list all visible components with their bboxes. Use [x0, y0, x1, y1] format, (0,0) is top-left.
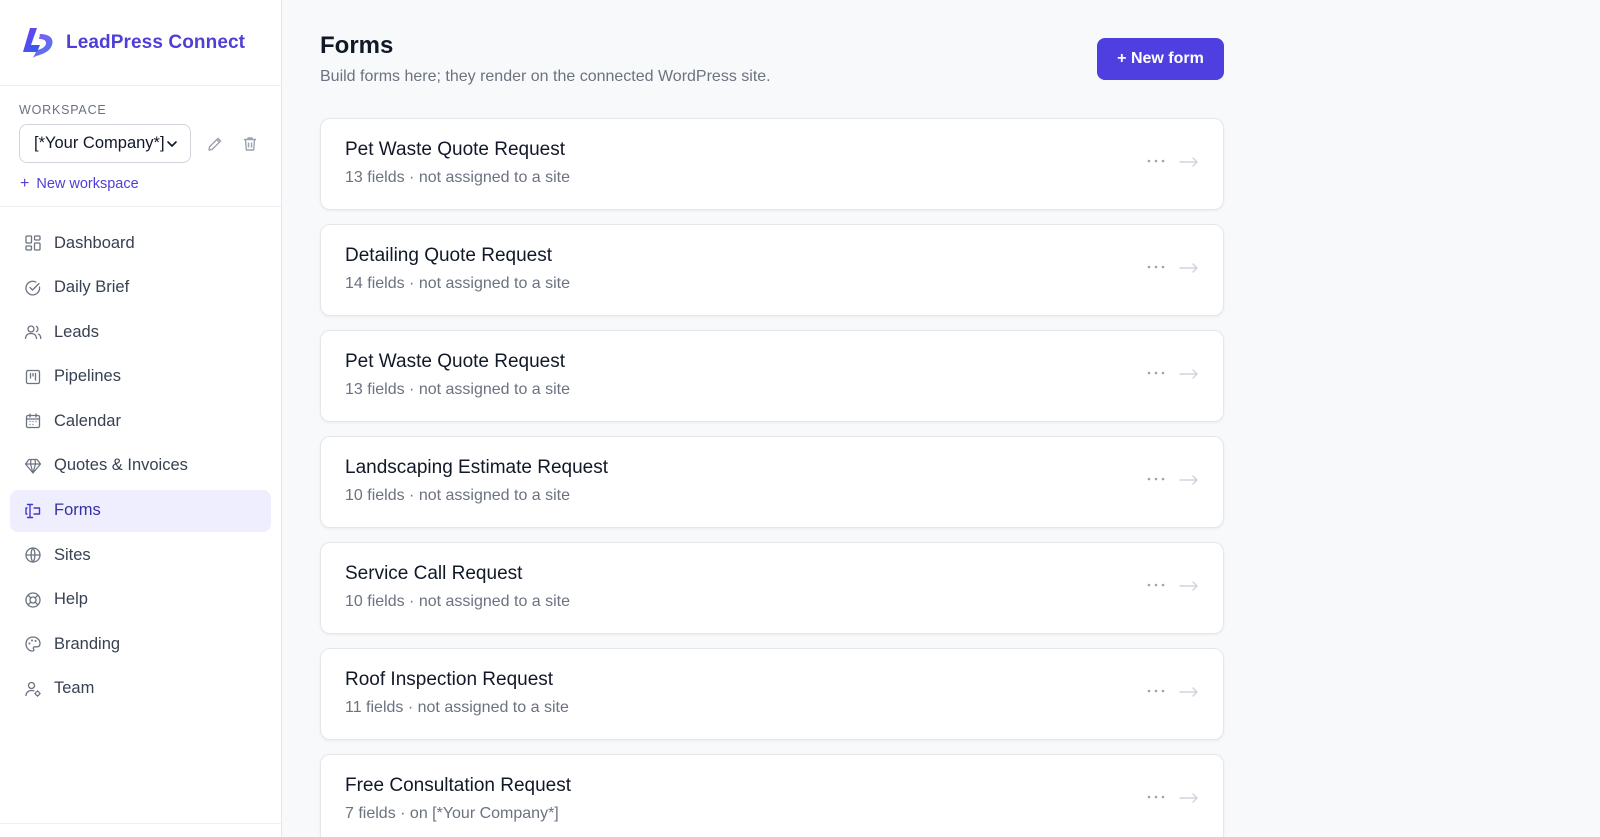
kanban-icon [23, 367, 43, 387]
form-title: Pet Waste Quote Request [345, 139, 566, 160]
workspace-select-value: [*Your Company*] [34, 134, 165, 152]
ellipsis-icon [1147, 265, 1165, 269]
chevron-down-icon [167, 140, 177, 147]
page-subtitle: Build forms here; they render on the con… [320, 68, 771, 85]
sidebar-item-label: Leads [54, 322, 99, 341]
more-options-button[interactable] [1144, 363, 1168, 383]
new-workspace-label: New workspace [36, 176, 139, 192]
form-meta: 7 fields · on [*Your Company*] [345, 805, 559, 822]
arrow-right-icon[interactable] [1178, 684, 1200, 700]
sidebar-item-label: Help [54, 590, 88, 609]
form-card[interactable]: Pet Waste Quote Request 13 fields · not … [320, 118, 1224, 210]
trash-icon [244, 136, 256, 151]
ellipsis-icon [1147, 583, 1165, 587]
sidebar-item-label: Team [54, 679, 95, 698]
forms-icon [23, 501, 43, 521]
sidebar-item-pipelines[interactable]: Pipelines [10, 356, 271, 398]
check-circle-icon [23, 278, 43, 298]
form-title: Service Call Request [345, 563, 523, 584]
sidebar-item-team[interactable]: Team [10, 668, 271, 710]
form-meta: 10 fields · not assigned to a site [345, 593, 571, 610]
sidebar-item-label: Branding [54, 634, 121, 653]
ellipsis-icon [1147, 795, 1165, 799]
arrow-right-icon[interactable] [1178, 366, 1200, 382]
form-meta: 14 fields · not assigned to a site [345, 275, 571, 292]
more-options-button[interactable] [1144, 575, 1168, 595]
calendar-icon [23, 411, 43, 431]
sidebar-item-label: Quotes & Invoices [54, 456, 188, 475]
arrow-right-icon[interactable] [1178, 154, 1200, 170]
form-title: Pet Waste Quote Request [345, 351, 566, 372]
plus-icon: + [20, 175, 30, 192]
sidebar-item-label: Daily Brief [54, 278, 130, 297]
form-meta: 11 fields · not assigned to a site [345, 699, 569, 716]
globe-icon [23, 545, 43, 565]
page-header: Forms Build forms here; they render on t… [320, 0, 1224, 118]
sidebar-item-sites[interactable]: Sites [10, 534, 271, 576]
form-card[interactable]: Roof Inspection Request 11 fields · not … [320, 648, 1224, 740]
diamond-icon [23, 456, 43, 476]
ellipsis-icon [1147, 371, 1165, 375]
arrow-right-icon[interactable] [1178, 578, 1200, 594]
pencil-icon [208, 137, 222, 151]
more-options-button[interactable] [1144, 151, 1168, 171]
form-meta: 13 fields · not assigned to a site [345, 169, 571, 186]
form-list: Pet Waste Quote Request 13 fields · not … [320, 118, 1224, 837]
form-card[interactable]: Detailing Quote Request 14 fields · not … [320, 224, 1224, 316]
sidebar-item-label: Sites [54, 545, 91, 564]
arrow-right-icon[interactable] [1178, 790, 1200, 806]
new-form-button[interactable]: + New form [1097, 38, 1224, 80]
sidebar-nav: Dashboard Daily Brief Leads Pipelines Ca… [0, 207, 281, 710]
sidebar-item-dashboard[interactable]: Dashboard [10, 222, 271, 264]
users-icon [23, 322, 43, 342]
form-title: Detailing Quote Request [345, 245, 553, 266]
more-options-button[interactable] [1144, 257, 1168, 277]
page-title: Forms [320, 32, 394, 59]
ellipsis-icon [1147, 159, 1165, 163]
edit-workspace-button[interactable] [205, 134, 225, 154]
workspace-section: WORKSPACE [*Your Company*] + New workspa… [0, 86, 281, 207]
ellipsis-icon [1147, 477, 1165, 481]
sidebar-item-forms[interactable]: Forms [10, 489, 271, 532]
sidebar-item-help[interactable]: Help [10, 579, 271, 621]
workspace-select[interactable]: [*Your Company*] [19, 124, 191, 163]
sidebar-item-label: Dashboard [54, 233, 135, 252]
brand[interactable]: LeadPress Connect [0, 0, 281, 86]
sidebar-item-quotes-invoices[interactable]: Quotes & Invoices [10, 445, 271, 487]
sidebar-item-label: Calendar [54, 411, 121, 430]
leadpress-logo-icon [23, 27, 53, 58]
ellipsis-icon [1147, 689, 1165, 693]
arrow-right-icon[interactable] [1178, 472, 1200, 488]
form-card[interactable]: Landscaping Estimate Request 10 fields ·… [320, 436, 1224, 528]
sidebar-item-label: Forms [54, 501, 101, 520]
form-card[interactable]: Pet Waste Quote Request 13 fields · not … [320, 330, 1224, 422]
sidebar-item-leads[interactable]: Leads [10, 311, 271, 353]
workspace-label: WORKSPACE [19, 103, 107, 117]
form-title: Free Consultation Request [345, 775, 572, 796]
form-meta: 10 fields · not assigned to a site [345, 487, 571, 504]
more-options-button[interactable] [1144, 469, 1168, 489]
form-meta: 13 fields · not assigned to a site [345, 381, 571, 398]
dashboard-icon [23, 233, 43, 253]
form-card[interactable]: Free Consultation Request 7 fields · on … [320, 754, 1224, 837]
sidebar-item-daily-brief[interactable]: Daily Brief [10, 267, 271, 309]
more-options-button[interactable] [1144, 681, 1168, 701]
lifebuoy-icon [23, 590, 43, 610]
sidebar-item-label: Pipelines [54, 367, 121, 386]
delete-workspace-button[interactable] [240, 134, 260, 154]
app-name: LeadPress Connect [66, 31, 246, 53]
user-cog-icon [23, 679, 43, 699]
sidebar-item-branding[interactable]: Branding [10, 623, 271, 665]
arrow-right-icon[interactable] [1178, 260, 1200, 276]
more-options-button[interactable] [1144, 787, 1168, 807]
sidebar-item-calendar[interactable]: Calendar [10, 400, 271, 442]
form-title: Roof Inspection Request [345, 669, 554, 690]
new-workspace-link[interactable]: + New workspace [19, 175, 262, 193]
form-card[interactable]: Service Call Request 10 fields · not ass… [320, 542, 1224, 634]
palette-icon [23, 634, 43, 654]
sidebar: LeadPress Connect WORKSPACE [*Your Compa… [0, 0, 282, 837]
main-content: Forms Build forms here; they render on t… [320, 0, 1224, 837]
sidebar-footer [0, 823, 281, 837]
form-title: Landscaping Estimate Request [345, 457, 608, 478]
